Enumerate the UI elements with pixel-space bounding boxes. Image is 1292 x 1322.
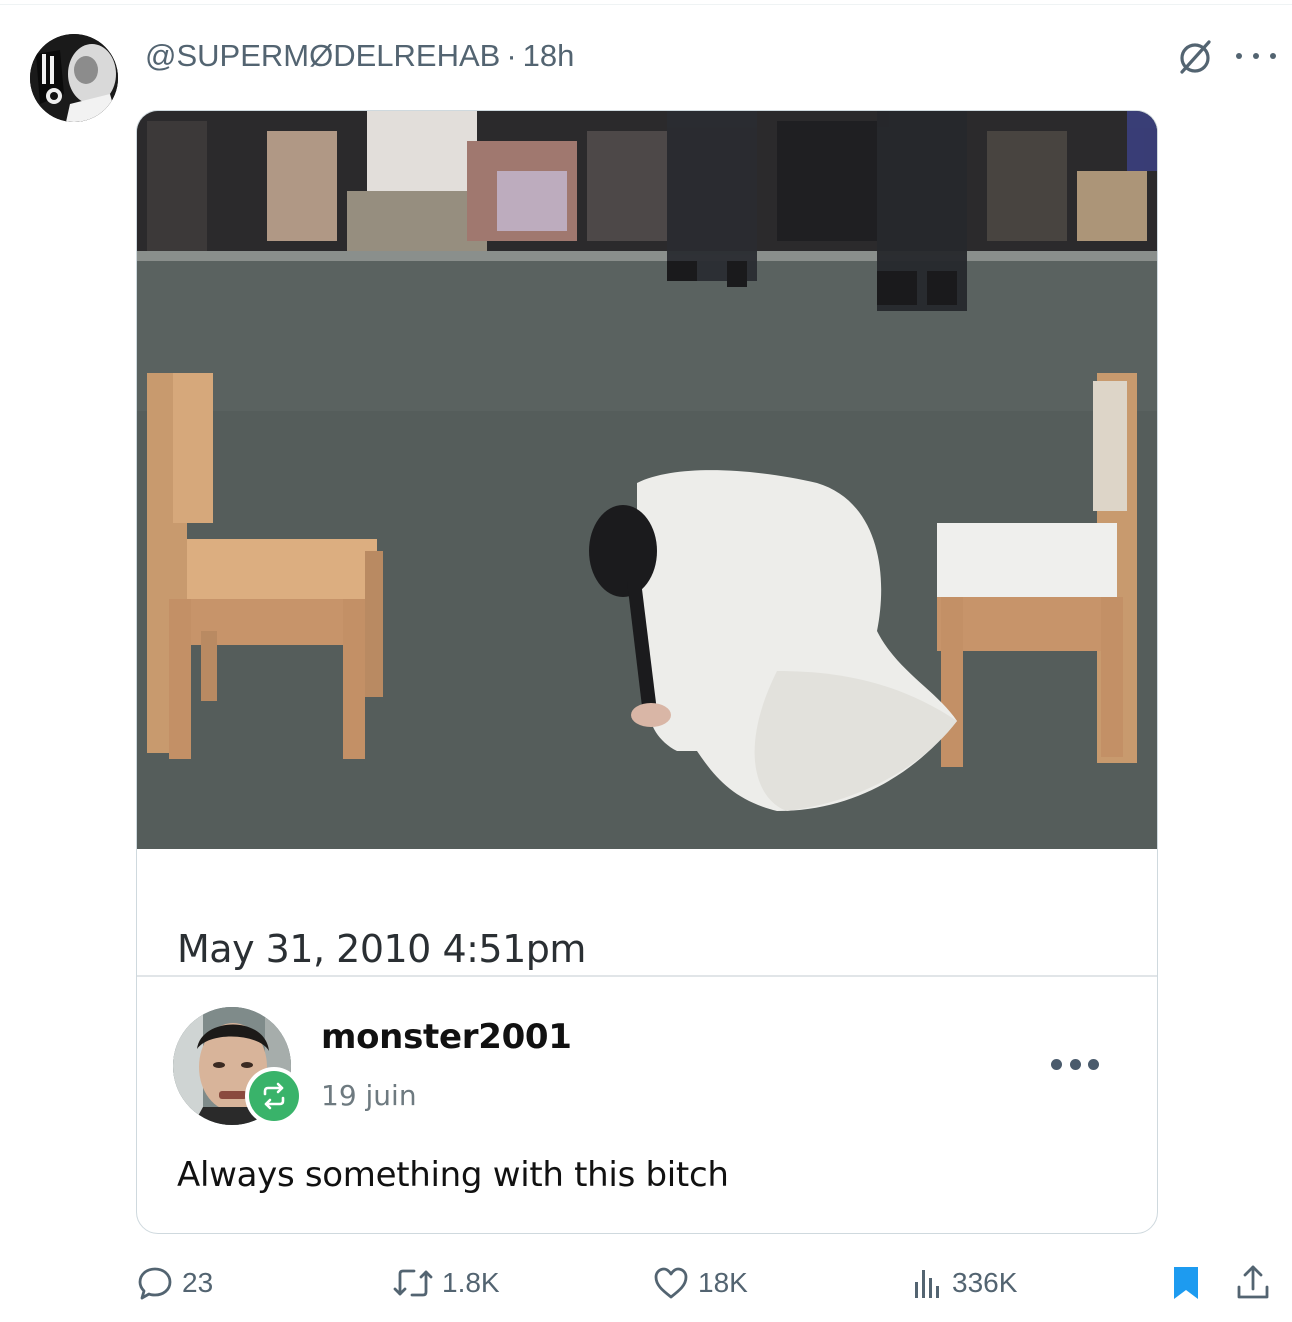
more-icon[interactable]	[1236, 42, 1276, 70]
reblog-icon	[249, 1071, 299, 1121]
share-button[interactable]	[1234, 1258, 1272, 1308]
date-bar: May 31, 2010 4:51pm	[137, 849, 1157, 977]
grok-icon[interactable]	[1176, 38, 1214, 76]
like-icon	[652, 1264, 690, 1302]
media-card[interactable]: May 31, 2010 4:51pm monster2001 19 juin	[136, 110, 1158, 1234]
author-avatar[interactable]	[30, 34, 118, 122]
reply-button[interactable]: 23	[136, 1258, 213, 1308]
performance-photo[interactable]	[137, 111, 1157, 849]
reblog-date: 19 juin	[321, 1079, 417, 1112]
top-divider	[0, 4, 1292, 5]
reblog-badge	[245, 1067, 303, 1125]
bookmark-icon	[1170, 1263, 1202, 1303]
bookmark-button[interactable]	[1170, 1258, 1202, 1308]
action-bar: 23 1.8K 18K 336K	[0, 1258, 1292, 1308]
post-text: Always something with this bitch	[177, 1155, 729, 1195]
like-button[interactable]: 18K	[652, 1258, 748, 1308]
share-icon	[1234, 1263, 1272, 1303]
post-more-dot	[1088, 1058, 1099, 1070]
reply-icon	[136, 1264, 174, 1302]
reblogger-username[interactable]: monster2001	[321, 1017, 572, 1057]
repost-icon	[392, 1264, 434, 1302]
post-more-icon[interactable]	[1051, 1057, 1099, 1071]
post-more-dot	[1051, 1058, 1062, 1070]
tweet-time[interactable]: 18h	[523, 38, 575, 74]
tweet-header: @SUPERMØDELREHAB · 18h	[145, 36, 574, 76]
screenshot-date: May 31, 2010 4:51pm	[177, 927, 586, 971]
author-handle[interactable]: @SUPERMØDELREHAB	[145, 38, 500, 74]
views-count: 336K	[952, 1267, 1018, 1298]
repost-button[interactable]: 1.8K	[392, 1258, 500, 1308]
reply-count: 23	[182, 1267, 214, 1298]
views-button[interactable]: 336K	[912, 1258, 1017, 1308]
header-separator: ·	[506, 38, 517, 73]
more-dot	[1270, 53, 1276, 59]
repost-count: 1.8K	[442, 1267, 500, 1298]
like-count: 18K	[698, 1267, 748, 1298]
more-dot	[1236, 53, 1242, 59]
more-dot	[1253, 53, 1259, 59]
post-more-dot	[1069, 1058, 1081, 1070]
views-icon	[912, 1264, 944, 1302]
